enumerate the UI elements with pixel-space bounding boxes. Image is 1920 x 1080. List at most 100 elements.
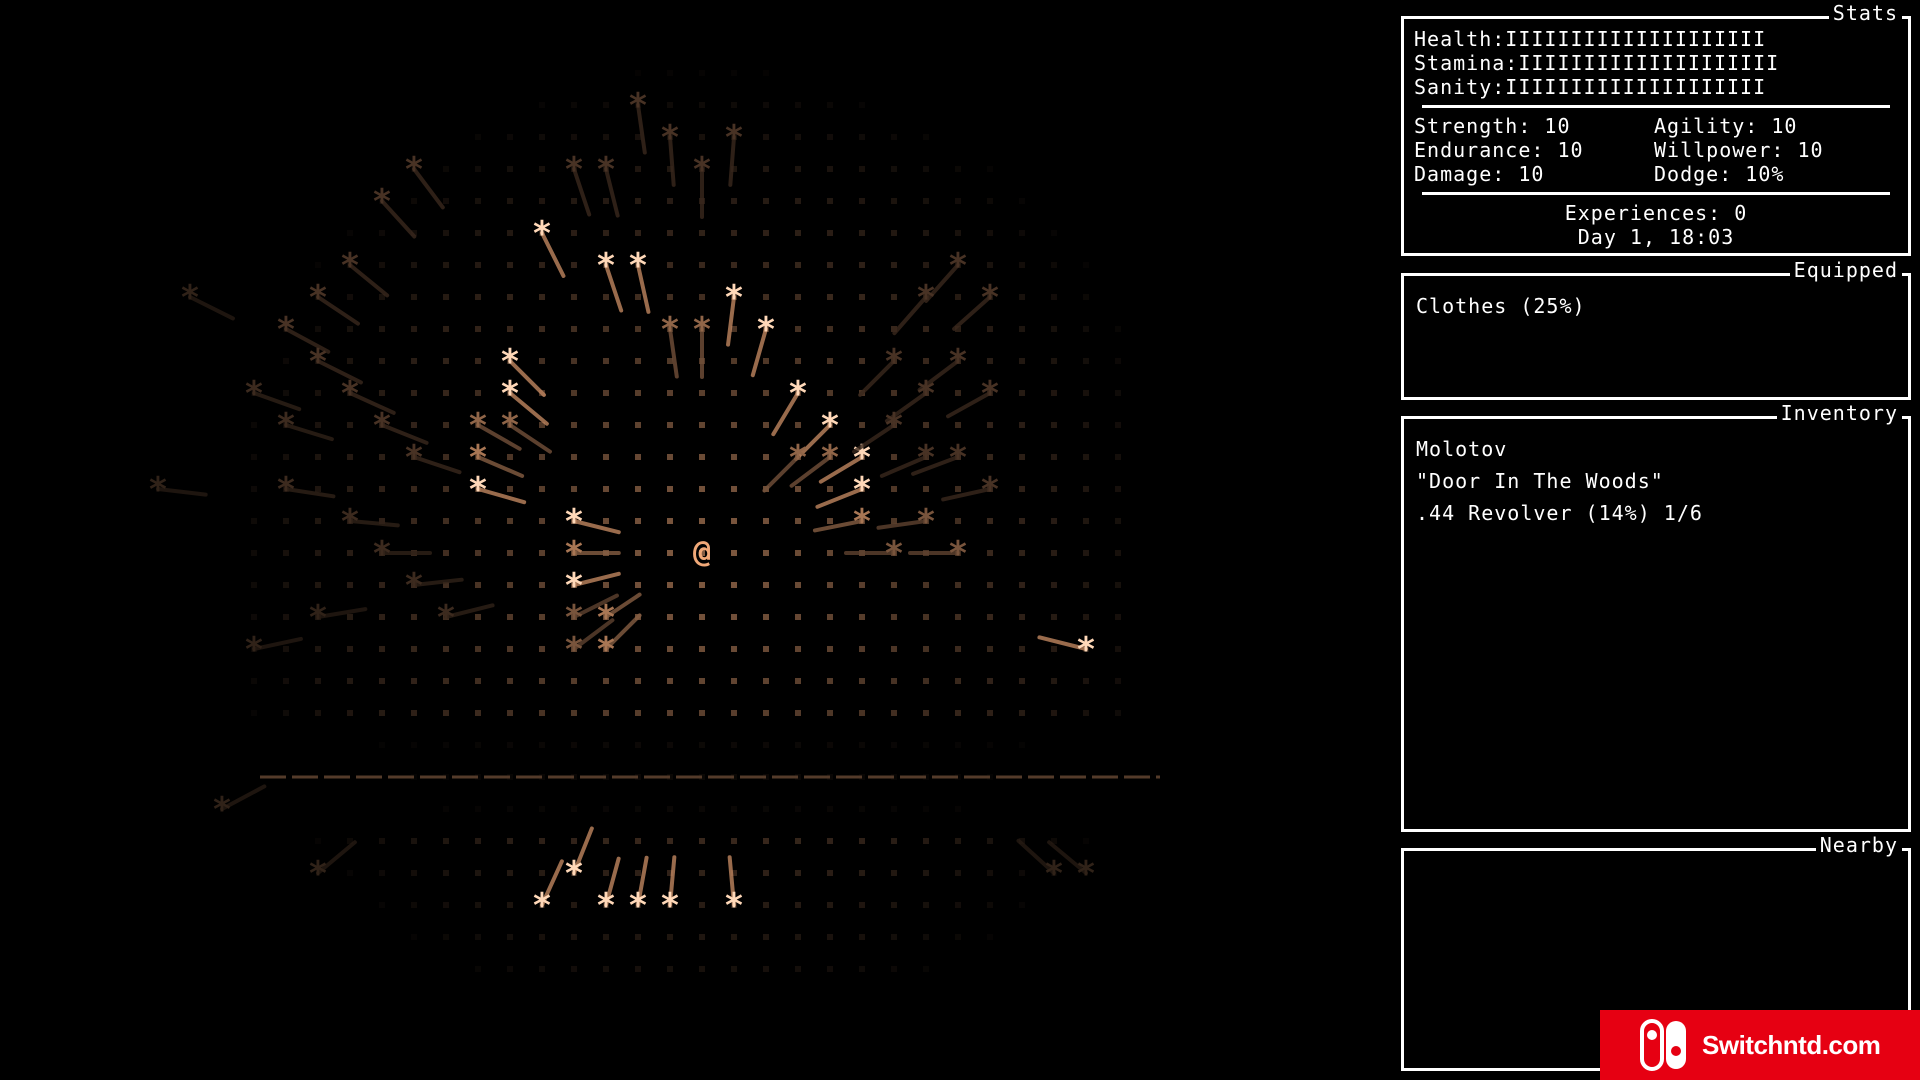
player-glyph[interactable]: @	[693, 535, 711, 570]
floor-tile	[571, 422, 577, 428]
floor-tile	[891, 870, 897, 876]
tree-glyph: *	[244, 374, 264, 414]
tree-glyph: *	[532, 886, 552, 926]
floor-tile	[1019, 326, 1025, 332]
floor-tile	[507, 582, 513, 588]
floor-tile	[507, 262, 513, 268]
inventory-item[interactable]: Molotov	[1416, 433, 1896, 465]
floor-tile	[379, 902, 385, 908]
floor-tile	[699, 518, 705, 524]
floor-tile	[891, 742, 897, 748]
floor-tile	[955, 934, 961, 940]
floor-tile	[1019, 358, 1025, 364]
floor-tile	[347, 870, 353, 876]
floor-tile	[475, 198, 481, 204]
floor-tile	[763, 262, 769, 268]
floor-tile	[347, 646, 353, 652]
floor-tile	[827, 166, 833, 172]
tree-glyph: *	[948, 534, 968, 574]
tree-glyph: *	[596, 886, 616, 926]
floor-tile	[571, 230, 577, 236]
floor-tile	[603, 870, 609, 876]
tree-glyph: *	[596, 630, 616, 670]
floor-tile	[443, 262, 449, 268]
floor-tile	[667, 262, 673, 268]
floor-tile	[571, 294, 577, 300]
floor-tile	[507, 902, 513, 908]
floor-tile	[731, 710, 737, 716]
stats-panel: Stats Health:IIIIIIIIIIIIIIIIIIII Stamin…	[1401, 3, 1911, 256]
floor-tile	[1115, 518, 1121, 524]
nearby-title: Nearby	[1815, 835, 1902, 855]
floor-tile	[475, 550, 481, 556]
floor-tile	[475, 646, 481, 652]
tree-glyph: *	[852, 502, 872, 542]
floor-tile	[827, 230, 833, 236]
floor-tile	[507, 966, 513, 972]
floor-tile	[347, 294, 353, 300]
tree-glyph: *	[404, 438, 424, 478]
floor-tile	[891, 198, 897, 204]
inventory-item[interactable]: .44 Revolver (14%) 1/6	[1416, 497, 1896, 529]
floor-tile	[347, 326, 353, 332]
floor-tile	[699, 422, 705, 428]
floor-tile	[603, 678, 609, 684]
floor-tile	[539, 326, 545, 332]
floor-tile	[443, 742, 449, 748]
floor-tile	[475, 870, 481, 876]
game-world-view[interactable]: * * * * * * * * * * * * * * * * * * * * * * * * * * * * * * * * * * * * * * * *…	[0, 0, 1380, 1080]
floor-tile	[1019, 582, 1025, 588]
floor-tile	[667, 390, 673, 396]
floor-tile	[443, 230, 449, 236]
inventory-item[interactable]: "Door In The Woods"	[1416, 465, 1896, 497]
floor-tile	[283, 582, 289, 588]
floor-tile	[283, 390, 289, 396]
floor-tile	[475, 678, 481, 684]
floor-tile	[987, 454, 993, 460]
tree-glyph: *	[1076, 854, 1096, 894]
floor-tile	[859, 294, 865, 300]
floor-tile	[1051, 710, 1057, 716]
floor-tile	[1019, 742, 1025, 748]
floor-tile	[763, 102, 769, 108]
floor-tile	[763, 934, 769, 940]
inventory-panel: Inventory Molotov "Door In The Woods" .4…	[1401, 403, 1911, 832]
floor-tile	[507, 742, 513, 748]
floor-tile	[827, 678, 833, 684]
tree-glyph: *	[372, 406, 392, 446]
tree-glyph: *	[308, 342, 328, 382]
floor-tile	[379, 358, 385, 364]
inventory-title: Inventory	[1776, 403, 1902, 423]
floor-tile	[987, 230, 993, 236]
floor-tile	[667, 358, 673, 364]
floor-tile	[539, 678, 545, 684]
floor-tile	[955, 806, 961, 812]
floor-tile	[475, 262, 481, 268]
floor-tile	[603, 102, 609, 108]
floor-tile	[859, 870, 865, 876]
floor-tile	[539, 166, 545, 172]
floor-tile	[699, 390, 705, 396]
floor-tile	[443, 518, 449, 524]
floor-tile	[795, 294, 801, 300]
floor-tile	[315, 454, 321, 460]
tree-glyph: *	[308, 854, 328, 894]
floor-tile	[443, 838, 449, 844]
floor-tile	[635, 678, 641, 684]
floor-tile	[635, 742, 641, 748]
floor-tile	[923, 934, 929, 940]
floor-tile	[923, 806, 929, 812]
floor-tile	[603, 294, 609, 300]
floor-tile	[379, 390, 385, 396]
floor-tile	[1051, 582, 1057, 588]
floor-tile	[891, 134, 897, 140]
floor-tile	[1051, 518, 1057, 524]
floor-tile	[283, 678, 289, 684]
floor-tile	[699, 294, 705, 300]
equipped-item[interactable]: Clothes (25%)	[1416, 290, 1896, 322]
floor-tile	[475, 710, 481, 716]
floor-tile	[1019, 486, 1025, 492]
floor-tile	[539, 134, 545, 140]
tree-glyph: *	[180, 278, 200, 318]
floor-tile	[923, 614, 929, 620]
